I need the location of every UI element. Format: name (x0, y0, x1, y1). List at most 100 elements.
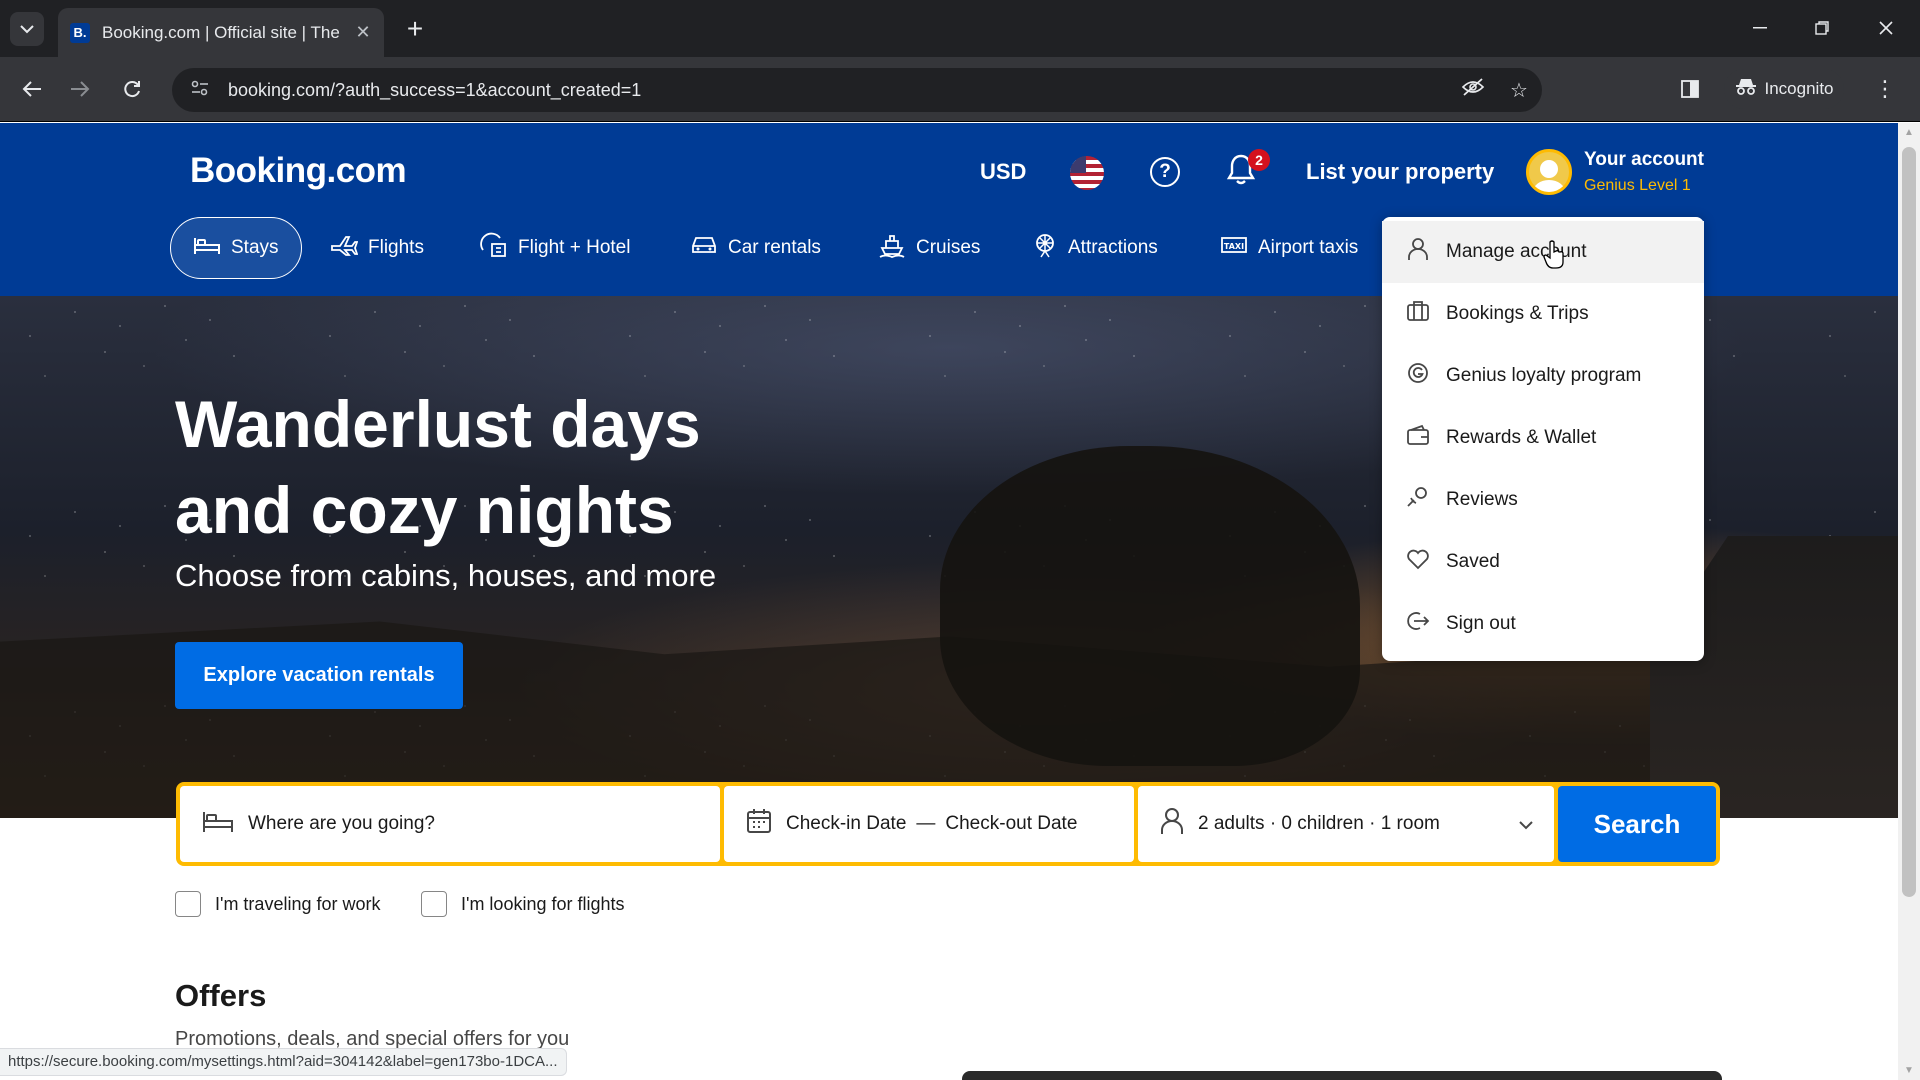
booking-favicon-icon: B. (70, 22, 90, 43)
minimize-button[interactable] (1730, 8, 1790, 48)
tab-label: Flight + Hotel (518, 237, 631, 258)
tab-label: Cruises (916, 237, 981, 258)
menu-item-label: Genius loyalty program (1446, 365, 1642, 386)
wallet-icon (1404, 424, 1432, 452)
svg-text:TAXI: TAXI (1224, 242, 1244, 251)
browser-tabstrip: B. Booking.com | Official site | The ✕ + (0, 0, 1920, 57)
notification-badge: 2 (1248, 149, 1270, 171)
tab-label: Stays (231, 237, 279, 258)
destination-placeholder: Where are you going? (248, 813, 435, 834)
plane-icon (330, 234, 359, 262)
offer-card-peek[interactable] (962, 1071, 1722, 1080)
bookmark-star-icon[interactable]: ☆ (1496, 78, 1542, 103)
browser-toolbar: booking.com/?auth_success=1&account_crea… (0, 57, 1920, 122)
tab-attractions[interactable]: Attractions (1032, 217, 1158, 279)
page-scrollbar[interactable]: ▲ ▼ (1898, 123, 1920, 1080)
scroll-down-arrow-icon[interactable]: ▼ (1904, 1065, 1914, 1076)
menu-item-label: Saved (1446, 551, 1500, 572)
account-dropdown-menu: Manage account Bookings & Trips Genius l… (1382, 217, 1704, 661)
tab-flights[interactable]: Flights (330, 217, 424, 279)
close-window-button[interactable] (1856, 8, 1916, 48)
flights-checkbox[interactable] (421, 891, 447, 917)
genius-icon (1404, 362, 1432, 390)
bed-icon (202, 808, 234, 841)
hero-subtitle: Choose from cabins, houses, and more (175, 558, 717, 593)
guests-field[interactable]: 2 adults · 0 children · 1 room (1138, 786, 1554, 862)
browser-tab-active[interactable]: B. Booking.com | Official site | The ✕ (58, 8, 384, 57)
search-bar: Where are you going? Check-in Date — Che… (176, 782, 1720, 866)
scroll-up-arrow-icon[interactable]: ▲ (1904, 127, 1914, 138)
back-button[interactable] (12, 69, 52, 109)
taxi-icon: TAXI (1220, 234, 1248, 262)
close-tab-icon[interactable]: ✕ (352, 22, 374, 43)
tab-stays[interactable]: Stays (170, 217, 302, 279)
person-icon (1160, 807, 1184, 842)
url-text: booking.com/?auth_success=1&account_crea… (228, 79, 642, 100)
bed-icon (193, 234, 221, 262)
arrow-right-icon (71, 81, 90, 97)
status-bar-link-preview: https://secure.booking.com/mysettings.ht… (0, 1048, 567, 1076)
menu-item-saved[interactable]: Saved (1382, 531, 1704, 593)
hero-title: Wanderlust days and cozy nights (175, 381, 1075, 553)
menu-item-reviews[interactable]: Reviews (1382, 469, 1704, 531)
menu-item-bookings-trips[interactable]: Bookings & Trips (1382, 283, 1704, 345)
car-icon (690, 234, 718, 262)
currency-selector[interactable]: USD (980, 159, 1026, 185)
browser-menu-icon[interactable]: ⋮ (1870, 69, 1900, 109)
notifications-button[interactable]: 2 (1226, 149, 1270, 193)
flights-label: I'm looking for flights (461, 893, 625, 914)
booking-logo[interactable]: Booking.com (190, 151, 407, 191)
ship-icon (878, 232, 906, 264)
date-range-field[interactable]: Check-in Date — Check-out Date (724, 786, 1134, 862)
menu-item-rewards-wallet[interactable]: Rewards & Wallet (1382, 407, 1704, 469)
avatar[interactable] (1526, 149, 1572, 195)
tab-cruises[interactable]: Cruises (878, 217, 980, 279)
new-tab-button[interactable]: + (398, 12, 432, 46)
account-name[interactable]: Your account (1584, 149, 1704, 171)
reload-button[interactable] (112, 69, 152, 109)
tab-airport-taxis[interactable]: TAXI Airport taxis (1220, 217, 1358, 279)
scrollbar-thumb[interactable] (1902, 147, 1916, 897)
restore-button[interactable] (1792, 8, 1852, 48)
heart-icon (1404, 548, 1432, 576)
suitcase-icon (1404, 300, 1432, 328)
calendar-icon (746, 808, 772, 841)
menu-item-label: Rewards & Wallet (1446, 427, 1597, 448)
tab-car-rentals[interactable]: Car rentals (690, 217, 821, 279)
destination-field[interactable]: Where are you going? (180, 786, 720, 862)
explore-vacation-rentals-button[interactable]: Explore vacation rentals (175, 642, 463, 709)
tab-search-button[interactable] (10, 12, 44, 46)
menu-item-label: Bookings & Trips (1446, 303, 1589, 324)
checkout-date: Check-out Date (945, 813, 1078, 834)
menu-item-label: Reviews (1446, 489, 1518, 510)
incognito-indicator[interactable]: Incognito (1724, 69, 1844, 109)
list-property-link[interactable]: List your property (1306, 159, 1494, 185)
guests-summary: 2 adults · 0 children · 1 room (1198, 813, 1440, 834)
us-flag-icon[interactable] (1070, 156, 1104, 190)
menu-item-genius-loyalty[interactable]: Genius loyalty program (1382, 345, 1704, 407)
tab-label: Attractions (1068, 237, 1158, 258)
attractions-icon (1032, 232, 1058, 264)
forward-button[interactable] (60, 69, 100, 109)
eye-off-icon[interactable] (1450, 77, 1496, 103)
site-info-icon[interactable] (180, 79, 220, 102)
booking-page: Booking.com USD ? 2 List your property Y… (0, 123, 1898, 1080)
sign-out-icon (1404, 610, 1432, 638)
tab-label: Flights (368, 237, 424, 258)
work-travel-checkbox-row[interactable]: I'm traveling for work (175, 891, 380, 917)
incognito-icon (1735, 78, 1757, 101)
minimize-icon (1753, 27, 1767, 29)
person-icon (1404, 237, 1432, 267)
address-bar[interactable]: booking.com/?auth_success=1&account_crea… (172, 68, 1542, 112)
search-button[interactable]: Search (1558, 786, 1716, 862)
flights-checkbox-row[interactable]: I'm looking for flights (421, 891, 625, 917)
side-panel-icon[interactable] (1670, 69, 1710, 109)
hero-title-line-2: and cozy nights (175, 473, 674, 547)
help-icon[interactable]: ? (1150, 157, 1180, 187)
menu-item-sign-out[interactable]: Sign out (1382, 593, 1704, 655)
tab-flight-hotel[interactable]: Flight + Hotel (480, 217, 630, 279)
restore-icon (1815, 21, 1829, 35)
work-travel-checkbox[interactable] (175, 891, 201, 917)
tab-label: Car rentals (728, 237, 821, 258)
work-travel-label: I'm traveling for work (215, 893, 381, 914)
